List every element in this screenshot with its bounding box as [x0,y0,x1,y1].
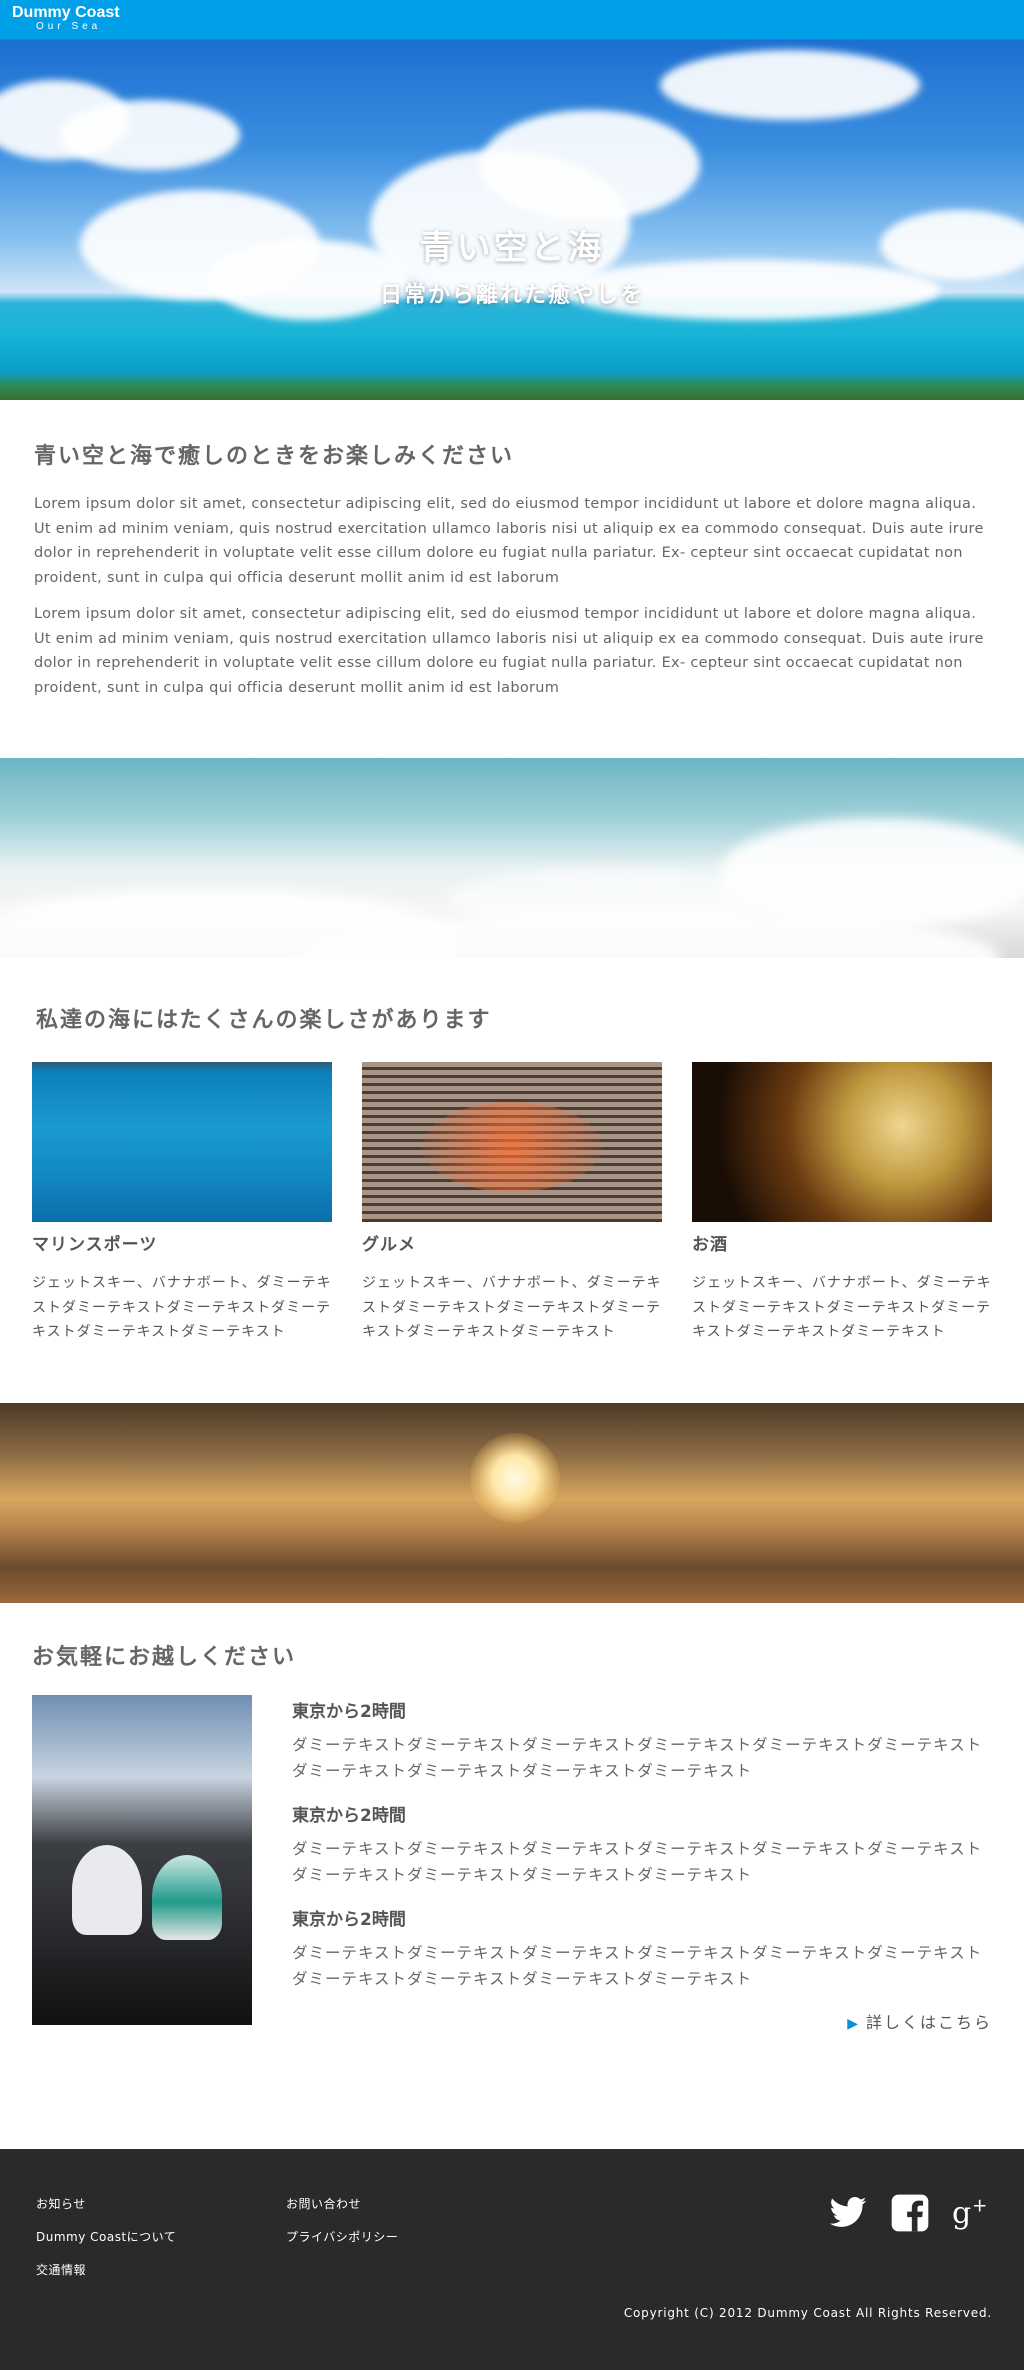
hero-banner: 青い空と海 日常から離れた癒やしを [0,40,1024,400]
access-item-text: ダミーテキストダミーテキストダミーテキストダミーテキストダミーテキストダミーテキ… [292,1735,983,1781]
feature-cards: マリンスポーツ ジェットスキー、バナナボート、ダミーテキストダミーテキストダミー… [32,1062,992,1345]
site-footer: お知らせ お問い合わせ Dummy Coastについて プライバシポリシー 交通… [0,2148,1024,2370]
footer-link-news[interactable]: お知らせ [36,2195,286,2212]
intro-paragraph: Lorem ipsum dolor sit amet, consectetur … [34,606,984,696]
access-item-text: ダミーテキストダミーテキストダミーテキストダミーテキストダミーテキストダミーテキ… [292,1839,983,1885]
svg-text:g: g [952,2196,971,2231]
bullet-train-photo [32,1694,252,2025]
waves-image [0,758,1024,958]
access-item-title: 東京から2時間 [292,1909,406,1930]
jet-ski-photo [32,1062,332,1222]
intro-section: 青い空と海で癒しのときをお楽しみください Lorem ipsum dolor s… [0,400,1024,758]
feature-card-gourmet: グルメ ジェットスキー、バナナボート、ダミーテキストダミーテキストダミーテキスト… [362,1062,662,1345]
footer-link-privacy[interactable]: プライバシポリシー [286,2228,436,2245]
features-heading: 私達の海にはたくさんの楽しさがあります [36,1008,492,1033]
intro-heading: 青い空と海で癒しのときをお楽しみください [34,444,515,469]
footer-link-access[interactable]: 交通情報 [36,2261,286,2278]
card-text: ジェットスキー、バナナボート、ダミーテキストダミーテキストダミーテキストダミーテ… [692,1275,992,1340]
feature-card-marine-sports: マリンスポーツ ジェットスキー、バナナボート、ダミーテキストダミーテキストダミー… [32,1062,332,1345]
card-text: ジェットスキー、バナナボート、ダミーテキストダミーテキストダミーテキストダミーテ… [362,1275,662,1340]
more-details-label: 詳しくはこちら [865,2012,992,2032]
wine-glasses-photo [692,1062,992,1222]
twitter-icon[interactable] [828,2193,868,2237]
access-list: 東京から2時間 ダミーテキストダミーテキストダミーテキストダミーテキストダミーテ… [292,1695,992,2033]
hero-title: 青い空と海 [419,228,605,268]
facebook-icon[interactable] [890,2193,930,2237]
card-text: ジェットスキー、バナナボート、ダミーテキストダミーテキストダミーテキストダミーテ… [32,1275,332,1340]
access-item: 東京から2時間 ダミーテキストダミーテキストダミーテキストダミーテキストダミーテ… [292,1905,992,1993]
hero-text: 青い空と海 日常から離れた癒やしを [0,220,1024,309]
access-item-text: ダミーテキストダミーテキストダミーテキストダミーテキストダミーテキストダミーテキ… [292,1943,983,1989]
footer-nav: お知らせ お問い合わせ Dummy Coastについて プライバシポリシー 交通… [36,2195,436,2278]
access-item-title: 東京から2時間 [292,1805,406,1826]
access-item-title: 東京から2時間 [292,1701,406,1722]
footer-link-contact[interactable]: お問い合わせ [286,2195,436,2212]
access-item: 東京から2時間 ダミーテキストダミーテキストダミーテキストダミーテキストダミーテ… [292,1801,992,1889]
copyright: Copyright (C) 2012 Dummy Coast All Right… [623,2305,992,2320]
card-title: グルメ [362,1235,416,1255]
social-links: g + [828,2193,992,2237]
access-section: お気軽にお越しください 東京から2時間 ダミーテキストダミーテキストダミーテキス… [0,1603,1024,2073]
google-plus-icon[interactable]: g + [952,2193,992,2237]
site-logo[interactable]: Dummy Coast Our Sea [12,4,120,33]
intro-paragraph: Lorem ipsum dolor sit amet, consectetur … [34,496,984,586]
card-title: お酒 [692,1235,728,1255]
footer-link-about[interactable]: Dummy Coastについて [36,2228,286,2245]
play-arrow-icon: ▶ [847,2015,860,2032]
access-item: 東京から2時間 ダミーテキストダミーテキストダミーテキストダミーテキストダミーテ… [292,1697,992,1785]
features-section: 私達の海にはたくさんの楽しさがあります マリンスポーツ ジェットスキー、バナナボ… [0,958,1024,1403]
more-details-link[interactable]: ▶ 詳しくはこちら [292,2009,992,2033]
feature-card-drinks: お酒 ジェットスキー、バナナボート、ダミーテキストダミーテキストダミーテキストダ… [692,1062,992,1345]
site-header: Dummy Coast Our Sea [0,0,1024,40]
grill-photo [362,1062,662,1222]
logo-title: Dummy Coast [12,4,120,21]
hero-subtitle: 日常から離れた癒やしを [379,283,644,308]
sunset-image [0,1402,1024,1603]
access-heading: お気軽にお越しください [32,1644,297,1670]
logo-subtitle: Our Sea [36,21,102,32]
card-title: マリンスポーツ [32,1235,158,1255]
svg-text:+: + [972,2195,987,2216]
